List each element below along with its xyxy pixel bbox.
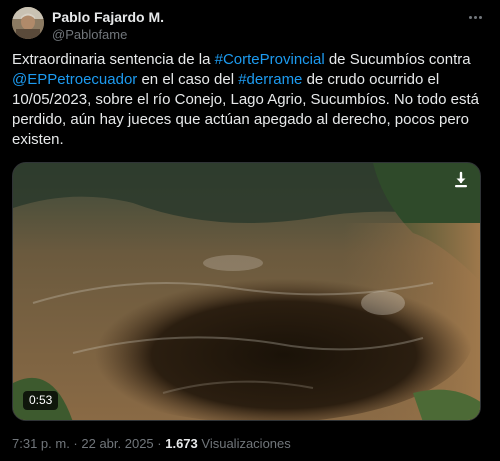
tweet-date[interactable]: 22 abr. 2025 xyxy=(81,436,153,451)
meta-separator: · xyxy=(153,436,166,451)
tweet-text-segment: en el caso del xyxy=(137,71,239,88)
tweet-meta: 7:31 p. m. · 22 abr. 2025 · 1.673 Visual… xyxy=(12,436,291,451)
more-options-button[interactable] xyxy=(464,6,486,28)
download-arrow-icon[interactable] xyxy=(452,171,470,189)
tweet-text: Extraordinaria sentencia de la #CortePro… xyxy=(12,50,492,150)
tweet-text-segment: de Sucumbíos contra xyxy=(324,51,471,68)
video-thumbnail xyxy=(13,163,480,420)
tweet-card: Pablo Fajardo M. @Pablofame Extraordinar… xyxy=(0,0,500,461)
video-duration-badge: 0:53 xyxy=(23,391,59,410)
views-label: Visualizaciones xyxy=(197,436,291,451)
more-dot-icon xyxy=(473,15,477,19)
more-dot-icon xyxy=(468,15,472,19)
author-handle[interactable]: @Pablofame xyxy=(52,27,127,42)
hashtag-link[interactable]: #derrame xyxy=(238,71,302,88)
more-dot-icon xyxy=(478,15,482,19)
tweet-text-segment: Extraordinaria sentencia de la xyxy=(12,51,215,68)
author-display-name[interactable]: Pablo Fajardo M. xyxy=(52,9,164,25)
avatar[interactable] xyxy=(12,7,44,39)
mention-link[interactable]: @EPPetroecuador xyxy=(12,71,137,88)
hashtag-link[interactable]: #CorteProvincial xyxy=(215,51,325,68)
video-player[interactable]: 0:53 xyxy=(12,162,481,421)
tweet-time[interactable]: 7:31 p. m. xyxy=(12,436,70,451)
views-count: 1.673 xyxy=(165,436,198,451)
meta-separator: · xyxy=(69,436,82,451)
